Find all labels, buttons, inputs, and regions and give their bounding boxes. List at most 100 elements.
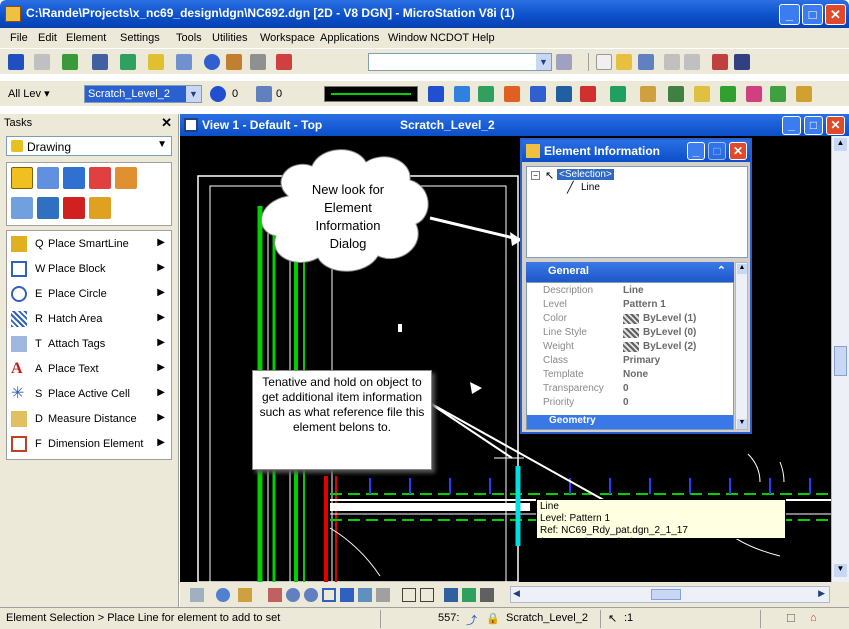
tree-icon[interactable] bbox=[770, 86, 786, 102]
fence-icon[interactable] bbox=[640, 86, 656, 102]
curve-line[interactable] bbox=[329, 527, 381, 577]
text-icon[interactable] bbox=[694, 86, 710, 102]
task-place-circle[interactable]: E Place Circle ▶ bbox=[7, 281, 171, 307]
view-close-button[interactable]: ✕ bbox=[826, 116, 845, 135]
chevron-down-icon[interactable]: ▼ bbox=[536, 54, 551, 70]
tool-settings-icon[interactable] bbox=[276, 54, 292, 70]
active-linestyle-value[interactable]: 0 bbox=[276, 88, 282, 100]
minimize-button[interactable]: _ bbox=[779, 4, 800, 25]
chevron-right-icon[interactable]: ▶ bbox=[157, 362, 165, 373]
accudraw-icon[interactable] bbox=[226, 54, 242, 70]
fit-view-icon[interactable] bbox=[340, 588, 354, 602]
new-file-icon[interactable] bbox=[8, 54, 24, 70]
annotate-icon[interactable] bbox=[746, 86, 762, 102]
menu-element[interactable]: Element bbox=[66, 32, 106, 44]
element-selection-icon[interactable] bbox=[428, 86, 444, 102]
snap-icon[interactable]: ⤴ bbox=[466, 612, 477, 628]
task-place-active-cell[interactable]: ✳ S Place Active Cell ▶ bbox=[7, 381, 171, 407]
menu-workspace[interactable]: Workspace bbox=[260, 32, 315, 44]
view-next-icon[interactable] bbox=[420, 588, 434, 602]
geometry-section-header[interactable]: Geometry bbox=[527, 415, 733, 429]
menu-utilities[interactable]: Utilities bbox=[212, 32, 247, 44]
undo-icon[interactable] bbox=[664, 54, 680, 70]
chevron-right-icon[interactable]: ▶ bbox=[157, 287, 165, 298]
chevron-up-icon[interactable]: ⌃ bbox=[717, 264, 726, 277]
color-icon[interactable] bbox=[210, 86, 226, 102]
copy-icon[interactable] bbox=[34, 54, 50, 70]
models-icon[interactable] bbox=[120, 54, 136, 70]
task-place-text[interactable]: A A Place Text ▶ bbox=[7, 356, 171, 382]
pan-view-icon[interactable] bbox=[376, 588, 390, 602]
home-icon[interactable]: ⌂ bbox=[810, 612, 817, 624]
chevron-right-icon[interactable]: ▶ bbox=[157, 312, 165, 323]
camera-icon[interactable] bbox=[480, 588, 494, 602]
element-info-close-button[interactable]: ✕ bbox=[729, 142, 747, 160]
task-set-combo[interactable]: Drawing ▼ bbox=[6, 136, 172, 156]
line-weight-swatch[interactable] bbox=[324, 86, 418, 102]
redo-icon[interactable] bbox=[684, 54, 700, 70]
move-tool-icon[interactable] bbox=[63, 167, 85, 189]
chevron-right-icon[interactable]: ▶ bbox=[157, 337, 165, 348]
lock-icon[interactable]: 🔒 bbox=[486, 612, 500, 625]
scroll-left-icon[interactable]: ◀ bbox=[513, 588, 520, 599]
levels-icon[interactable] bbox=[148, 54, 164, 70]
filter-icon[interactable] bbox=[556, 54, 572, 70]
task-hatch-area[interactable]: R Hatch Area ▶ bbox=[7, 306, 171, 332]
group-icon[interactable] bbox=[668, 86, 684, 102]
level-manager-icon[interactable] bbox=[734, 54, 750, 70]
modify-icon[interactable] bbox=[530, 86, 546, 102]
new-icon[interactable] bbox=[596, 54, 612, 70]
sun-icon[interactable] bbox=[796, 86, 812, 102]
tree-node-selection[interactable]: <Selection> bbox=[557, 169, 614, 180]
menu-ncdot[interactable]: NCDOT bbox=[430, 32, 469, 44]
property-row[interactable]: Description Line bbox=[527, 285, 733, 298]
zoom-out-icon[interactable] bbox=[304, 588, 318, 602]
view-maximize-button[interactable]: □ bbox=[804, 116, 823, 135]
curve-line[interactable] bbox=[779, 461, 785, 483]
pattern-fill[interactable] bbox=[330, 503, 530, 511]
menu-applications[interactable]: Applications bbox=[320, 32, 379, 44]
hscroll-thumb[interactable] bbox=[651, 589, 681, 600]
property-row[interactable]: Priority 0 bbox=[527, 397, 733, 410]
scroll-down-icon[interactable]: ▼ bbox=[834, 564, 847, 577]
menu-edit[interactable]: Edit bbox=[38, 32, 57, 44]
chevron-right-icon[interactable]: ▶ bbox=[157, 262, 165, 273]
search-combo[interactable]: ▼ bbox=[368, 53, 552, 71]
place-line-icon[interactable] bbox=[454, 86, 470, 102]
view-vertical-scrollbar[interactable]: ▲ ▼ bbox=[831, 136, 849, 582]
group-tool-icon[interactable] bbox=[11, 197, 33, 219]
status-message-count[interactable]: 557: bbox=[438, 612, 459, 624]
all-levels-filter[interactable]: All Lev ▾ bbox=[4, 85, 76, 103]
digital-rights-icon[interactable]: ☐ bbox=[786, 612, 796, 625]
property-row[interactable]: Class Primary bbox=[527, 355, 733, 368]
rotate-view-icon[interactable] bbox=[358, 588, 372, 602]
tasks-close-icon[interactable]: ✕ bbox=[161, 115, 172, 131]
task-place-block[interactable]: W Place Block ▶ bbox=[7, 256, 171, 282]
task-place-smartline[interactable]: Q Place SmartLine ▶ bbox=[7, 231, 171, 257]
element-selection-tool-icon[interactable] bbox=[11, 167, 33, 189]
active-color-value[interactable]: 0 bbox=[232, 88, 238, 100]
curve-line[interactable] bbox=[747, 453, 761, 483]
display-style-icon[interactable] bbox=[216, 588, 230, 602]
open-folder-icon[interactable] bbox=[616, 54, 632, 70]
task-attach-tags[interactable]: T Attach Tags ▶ bbox=[7, 331, 171, 357]
task-dimension-element[interactable]: F Dimension Element ▶ bbox=[7, 431, 171, 457]
raster-icon[interactable] bbox=[92, 54, 108, 70]
property-row[interactable]: Transparency 0 bbox=[527, 383, 733, 396]
properties-scrollbar[interactable]: ▲ ▼ bbox=[735, 262, 748, 430]
terrain-icon[interactable] bbox=[720, 86, 736, 102]
task-measure-distance[interactable]: D Measure Distance ▶ bbox=[7, 406, 171, 432]
measure-tool-icon[interactable] bbox=[89, 197, 111, 219]
close-button[interactable]: ✕ bbox=[825, 4, 846, 25]
drawing-mark[interactable] bbox=[470, 382, 482, 394]
line-style-icon[interactable] bbox=[256, 86, 272, 102]
scale-tool-icon[interactable] bbox=[37, 197, 59, 219]
chevron-right-icon[interactable]: ▶ bbox=[157, 412, 165, 423]
scroll-up-icon[interactable]: ▲ bbox=[834, 138, 847, 151]
chevron-right-icon[interactable]: ▶ bbox=[157, 437, 165, 448]
chevron-right-icon[interactable]: ▶ bbox=[157, 237, 165, 248]
measure-icon[interactable] bbox=[712, 54, 728, 70]
property-row[interactable]: Template None bbox=[527, 369, 733, 382]
general-section-header[interactable]: General ⌃ bbox=[526, 262, 734, 282]
scroll-thumb[interactable] bbox=[834, 346, 847, 376]
